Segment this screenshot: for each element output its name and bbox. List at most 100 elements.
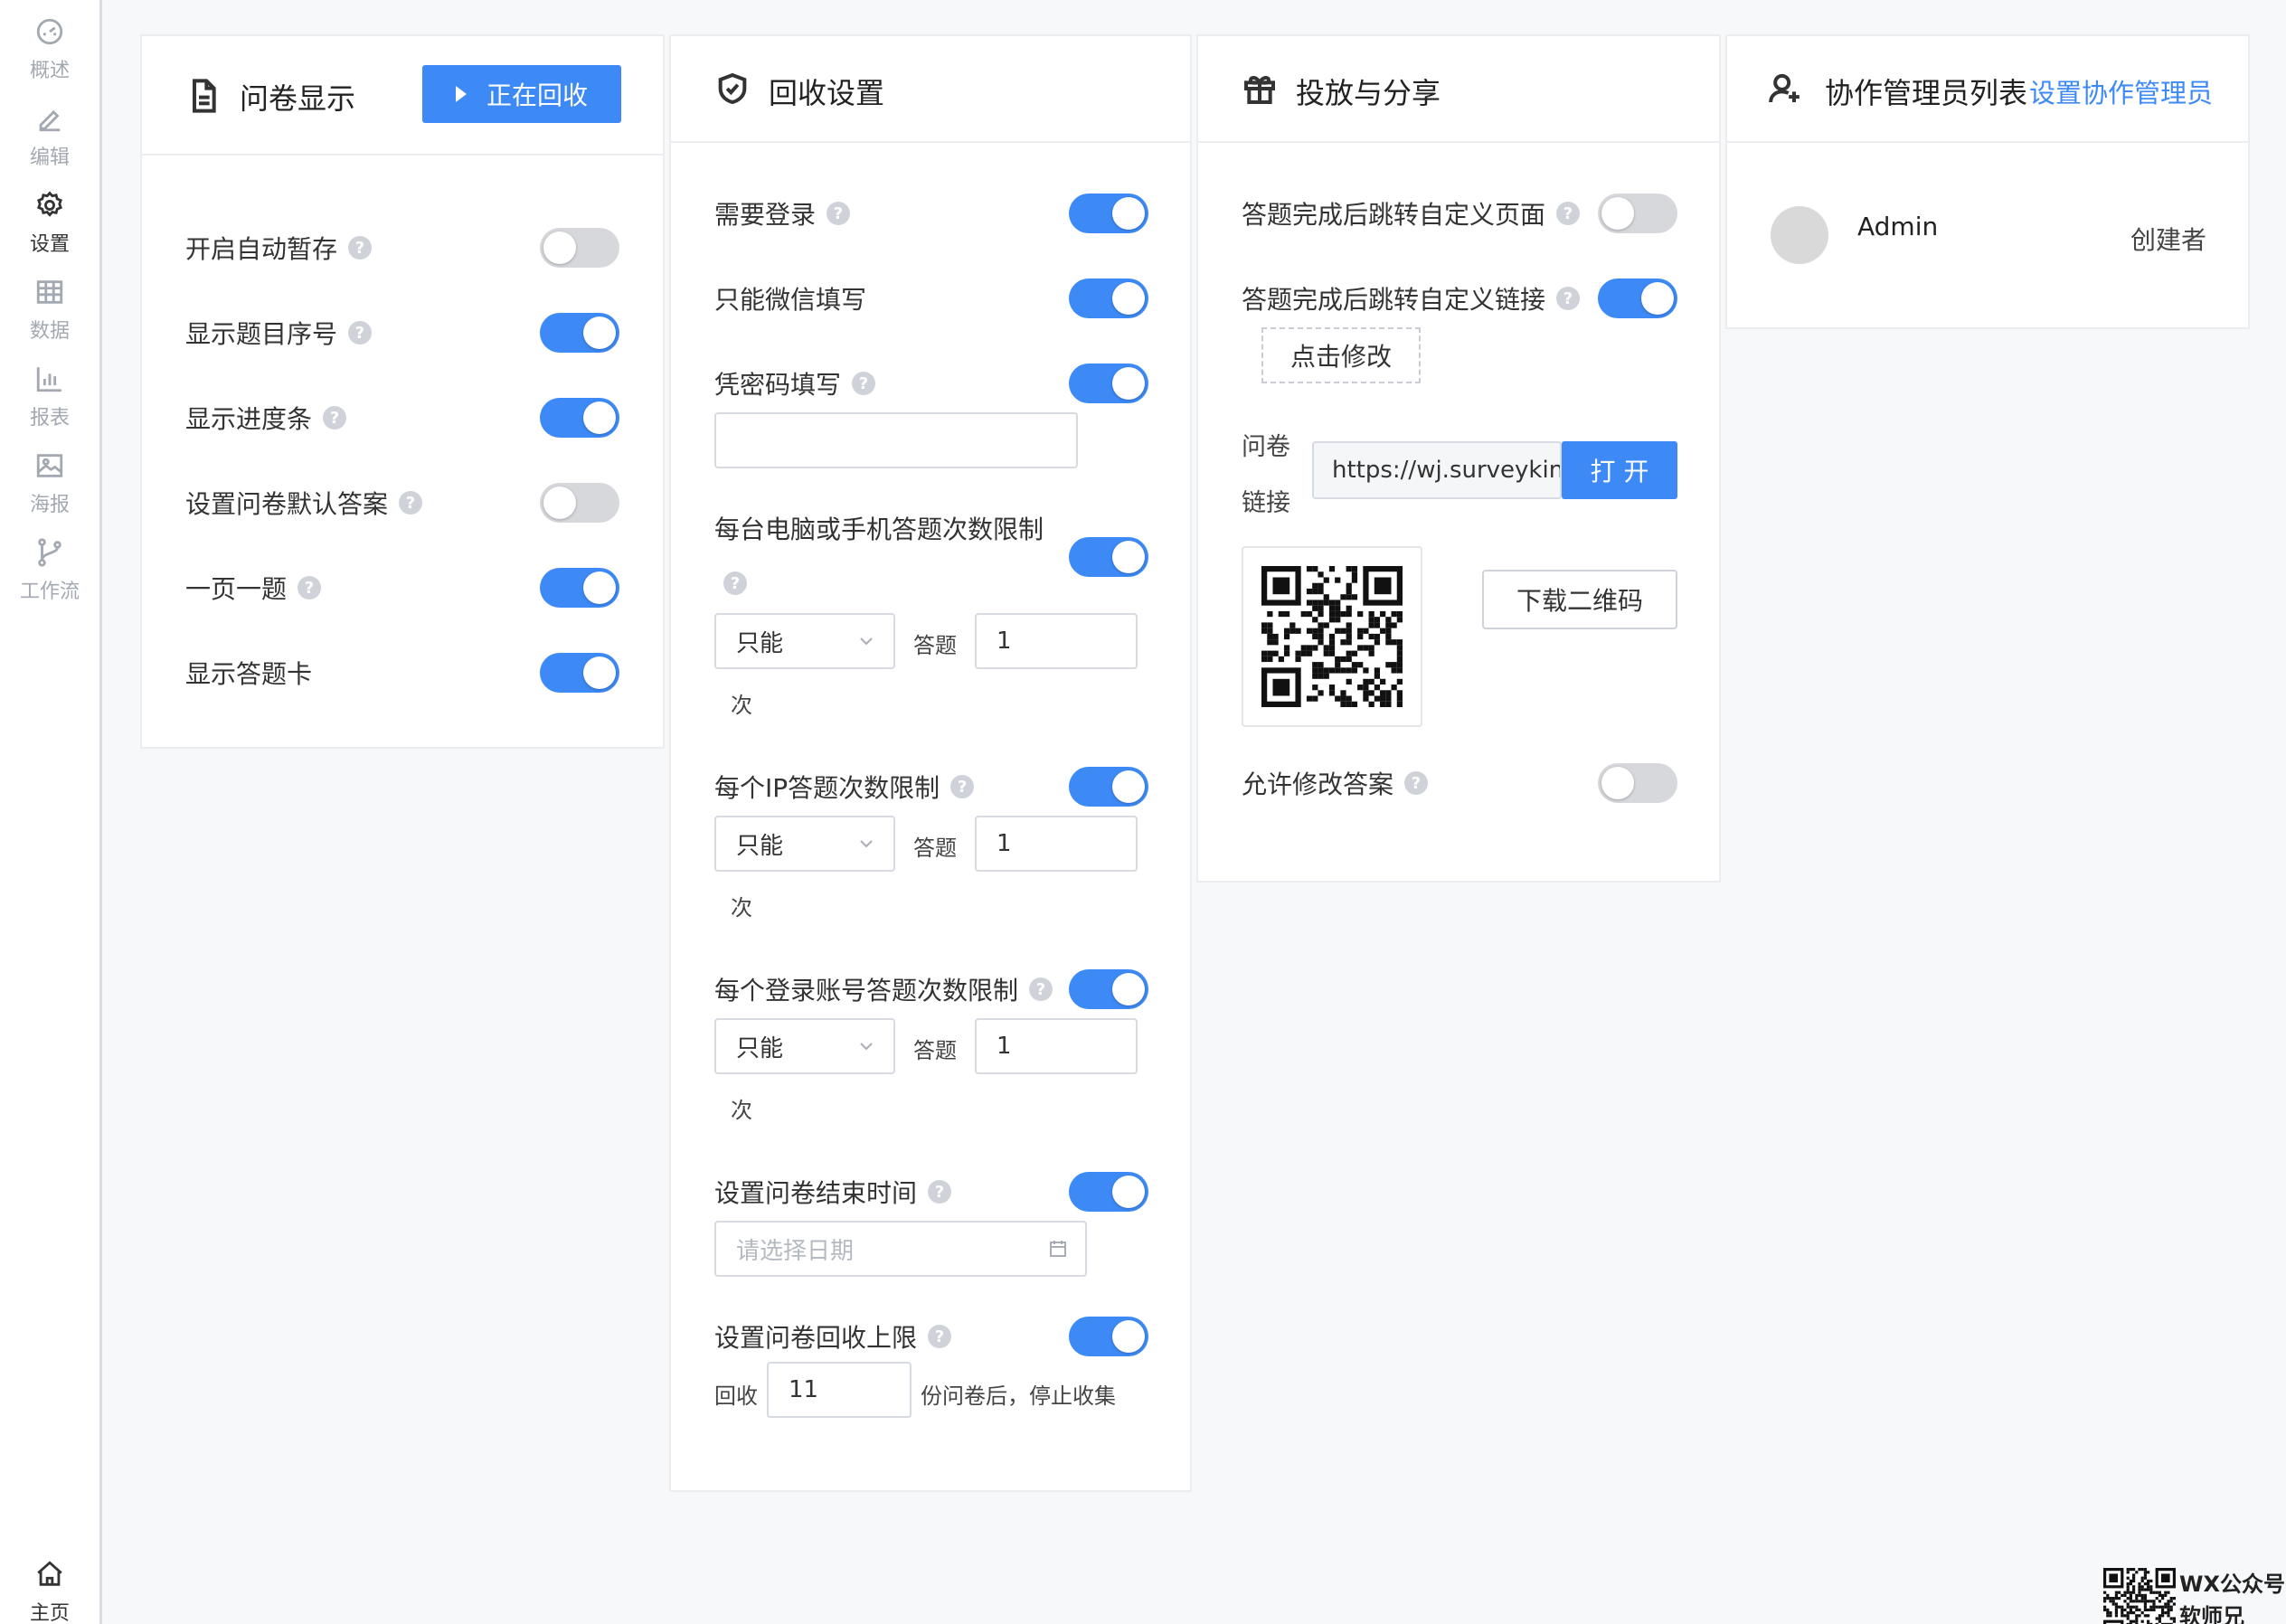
wechat-only-toggle[interactable] xyxy=(1069,279,1148,318)
home-icon xyxy=(37,1561,62,1586)
link-label-line1: 问卷 xyxy=(1242,433,1290,461)
open-link-button[interactable]: 打 开 xyxy=(1562,441,1677,499)
survey-link-input[interactable]: https://wj.surveyking.cn xyxy=(1312,441,1562,499)
help-icon[interactable]: ? xyxy=(323,406,347,430)
recovery-prefix: 回收 xyxy=(714,1383,758,1409)
display-setting-toggle[interactable] xyxy=(540,398,619,438)
sidebar-item-home[interactable]: 主页 xyxy=(0,1559,99,1624)
help-icon[interactable]: ? xyxy=(348,321,373,345)
help-icon[interactable]: ? xyxy=(827,202,851,225)
times-unit: 次 xyxy=(731,693,752,718)
password-fill-toggle[interactable] xyxy=(1069,364,1148,403)
gear-icon xyxy=(37,191,62,217)
card-title: 回收设置 xyxy=(769,76,885,110)
device-limit-select[interactable]: 只能 xyxy=(714,613,895,669)
recovery-limit-label: 设置问卷回收上限? xyxy=(714,1318,952,1355)
sidebar-item-label: 报表 xyxy=(29,407,70,430)
edit-link-button[interactable]: 点击修改 xyxy=(1261,327,1421,383)
allow-modify-label: 允许修改答案? xyxy=(1242,765,1429,801)
sidebar: 概述 编辑 设置 数据 报表 海报 工作流 主页 xyxy=(0,0,102,1624)
recovery-limit-input[interactable]: 11 xyxy=(767,1362,912,1418)
account-limit-input[interactable]: 1 xyxy=(975,1018,1138,1074)
end-time-toggle[interactable] xyxy=(1069,1172,1148,1212)
require-login-toggle[interactable] xyxy=(1069,194,1148,233)
answer-label: 答题 xyxy=(913,1038,957,1063)
help-icon[interactable]: ? xyxy=(723,571,747,595)
account-limit-toggle[interactable] xyxy=(1069,969,1148,1009)
chevron-down-icon xyxy=(860,1043,873,1051)
sidebar-item-label: 编辑 xyxy=(29,146,70,169)
card-header: 协作管理员列表 设置协作管理员 xyxy=(1727,36,2248,143)
shield-check-icon xyxy=(718,72,747,105)
recovery-suffix: 份问卷后，停止收集 xyxy=(921,1383,1116,1409)
help-icon[interactable]: ? xyxy=(928,1325,952,1348)
collecting-status-button[interactable]: 正在回收 xyxy=(422,65,621,123)
times-unit: 次 xyxy=(731,1098,752,1123)
chevron-down-icon xyxy=(860,840,873,848)
document-icon xyxy=(193,79,216,113)
ip-limit-input[interactable]: 1 xyxy=(975,816,1138,872)
ip-limit-toggle[interactable] xyxy=(1069,767,1148,807)
sidebar-item-report[interactable]: 报表 xyxy=(0,364,99,445)
display-setting-toggle[interactable] xyxy=(540,653,619,693)
card-title: 问卷显示 xyxy=(240,81,356,116)
help-icon[interactable]: ? xyxy=(1556,202,1581,225)
sidebar-item-overview[interactable]: 概述 xyxy=(0,16,99,98)
admin-name: Admin xyxy=(1857,212,1939,241)
device-limit-input[interactable]: 1 xyxy=(975,613,1138,669)
allow-modify-toggle[interactable] xyxy=(1598,763,1677,803)
display-setting-toggle[interactable] xyxy=(540,483,619,523)
status-button-label: 正在回收 xyxy=(486,80,588,110)
qr-code-image xyxy=(1261,566,1403,707)
help-icon[interactable]: ? xyxy=(348,236,373,260)
redirect-link-toggle[interactable] xyxy=(1598,279,1677,318)
sidebar-item-label: 设置 xyxy=(29,233,70,256)
help-icon[interactable]: ? xyxy=(1404,771,1429,795)
display-setting-label: 显示答题卡 xyxy=(185,659,313,689)
help-icon[interactable]: ? xyxy=(399,491,423,515)
help-icon[interactable]: ? xyxy=(298,576,322,600)
ip-limit-label: 每个IP答题次数限制? xyxy=(714,769,975,805)
help-icon[interactable]: ? xyxy=(852,372,876,395)
recovery-limit-toggle[interactable] xyxy=(1069,1317,1148,1356)
share-card: 投放与分享 答题完成后跳转自定义页面? 答题完成后跳转自定义链接? 点击修改 问… xyxy=(1196,34,1721,883)
display-setting-label: 显示进度条? xyxy=(185,400,347,436)
answer-label: 答题 xyxy=(913,836,957,861)
redirect-page-toggle[interactable] xyxy=(1598,194,1677,233)
sidebar-item-data[interactable]: 数据 xyxy=(0,277,99,358)
sidebar-item-poster[interactable]: 海报 xyxy=(0,450,99,532)
image-icon xyxy=(36,454,63,477)
display-setting-toggle[interactable] xyxy=(540,568,619,608)
help-icon[interactable]: ? xyxy=(950,775,975,798)
account-limit-select[interactable]: 只能 xyxy=(714,1018,895,1074)
end-date-picker[interactable]: 请选择日期 xyxy=(714,1221,1087,1277)
help-icon[interactable]: ? xyxy=(928,1180,952,1204)
device-limit-toggle[interactable] xyxy=(1069,537,1148,577)
sidebar-item-settings[interactable]: 设置 xyxy=(0,190,99,271)
play-icon xyxy=(455,86,467,102)
ip-limit-select[interactable]: 只能 xyxy=(714,816,895,872)
password-input[interactable] xyxy=(714,412,1078,468)
pencil-icon xyxy=(39,109,61,132)
display-setting-toggle[interactable] xyxy=(540,228,619,268)
help-icon[interactable]: ? xyxy=(1029,977,1053,1001)
set-collaborator-link[interactable]: 设置协作管理员 xyxy=(2029,72,2213,110)
gift-icon xyxy=(1244,76,1275,104)
card-title: 投放与分享 xyxy=(1296,76,1441,110)
help-icon[interactable]: ? xyxy=(1556,287,1581,310)
sidebar-item-label: 工作流 xyxy=(19,581,80,603)
link-label-line2: 链接 xyxy=(1242,489,1290,517)
display-setting-label: 一页一题? xyxy=(185,570,322,606)
sidebar-item-edit[interactable]: 编辑 xyxy=(0,103,99,184)
password-fill-label: 凭密码填写? xyxy=(714,365,876,401)
require-login-label: 需要登录? xyxy=(714,195,851,231)
answer-label: 答题 xyxy=(913,633,957,658)
account-limit-label: 每个登录账号答题次数限制? xyxy=(714,971,1053,1007)
watermark-line1: WX公众号 xyxy=(2179,1572,2285,1597)
display-setting-toggle[interactable] xyxy=(540,313,619,353)
sidebar-item-workflow[interactable]: 工作流 xyxy=(0,537,99,618)
collaborators-card: 协作管理员列表 设置协作管理员 Admin 创建者 xyxy=(1725,34,2250,329)
download-qr-button[interactable]: 下载二维码 xyxy=(1482,570,1677,629)
watermark-qr-image xyxy=(2103,1568,2176,1624)
sidebar-item-label: 概述 xyxy=(29,60,70,82)
